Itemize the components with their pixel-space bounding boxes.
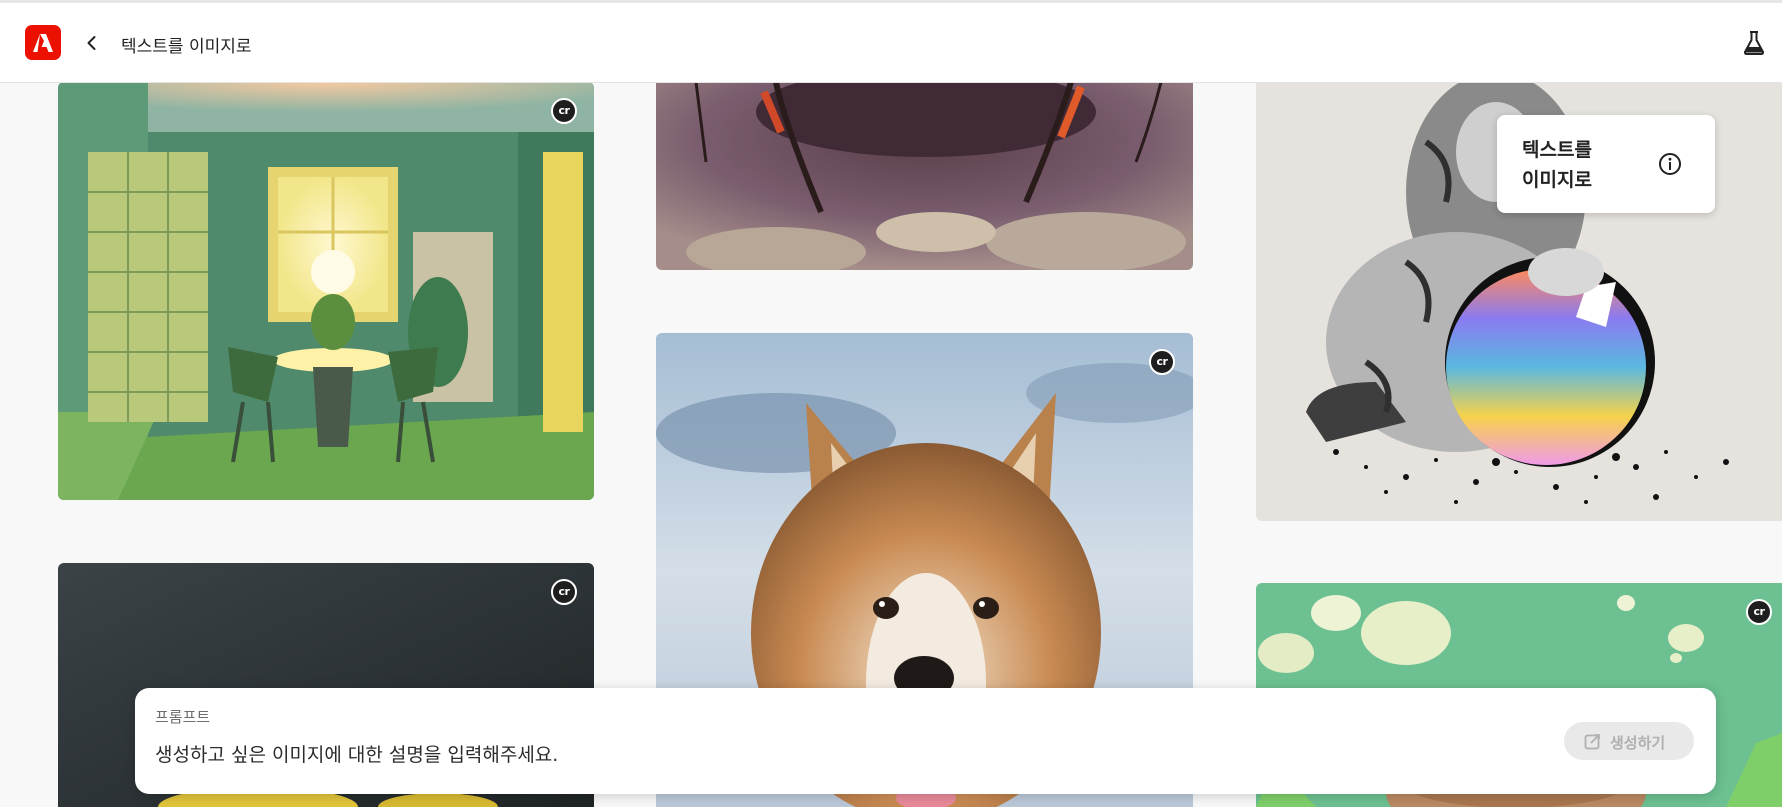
feature-tooltip: 텍스트를 이미지로 <box>1497 115 1715 213</box>
green-room-image <box>58 82 594 500</box>
page-title: 텍스트를 이미지로 <box>121 37 252 57</box>
tooltip-title: 텍스트를 이미지로 <box>1522 135 1652 195</box>
content-credentials-badge[interactable]: cr <box>1746 599 1772 625</box>
generate-icon <box>1584 732 1602 750</box>
app-header: 텍스트를 이미지로 <box>0 3 1782 83</box>
labs-flask-icon[interactable] <box>1742 30 1766 56</box>
content-credentials-badge[interactable]: cr <box>551 579 577 605</box>
tooltip-title-line-2: 이미지로 <box>1522 169 1592 191</box>
adobe-logo[interactable] <box>25 25 61 60</box>
gallery-card-insect-legs[interactable] <box>656 82 1193 270</box>
back-chevron-icon[interactable] <box>82 33 102 53</box>
info-icon[interactable] <box>1658 152 1682 176</box>
content-credentials-badge[interactable]: cr <box>551 98 577 124</box>
insect-legs-image <box>656 82 1193 270</box>
prompt-label: 프롬프트 <box>155 708 211 726</box>
gallery-card-green-room[interactable]: cr <box>58 82 594 500</box>
prompt-input[interactable] <box>155 740 1455 770</box>
prompt-panel: 프롬프트 생성하기 <box>135 688 1716 794</box>
tooltip-title-line-1: 텍스트를 <box>1522 139 1592 161</box>
adobe-a-icon <box>33 34 53 52</box>
content-credentials-badge[interactable]: cr <box>1149 349 1175 375</box>
generate-label: 생성하기 <box>1610 734 1666 752</box>
generate-button[interactable]: 생성하기 <box>1564 722 1694 760</box>
